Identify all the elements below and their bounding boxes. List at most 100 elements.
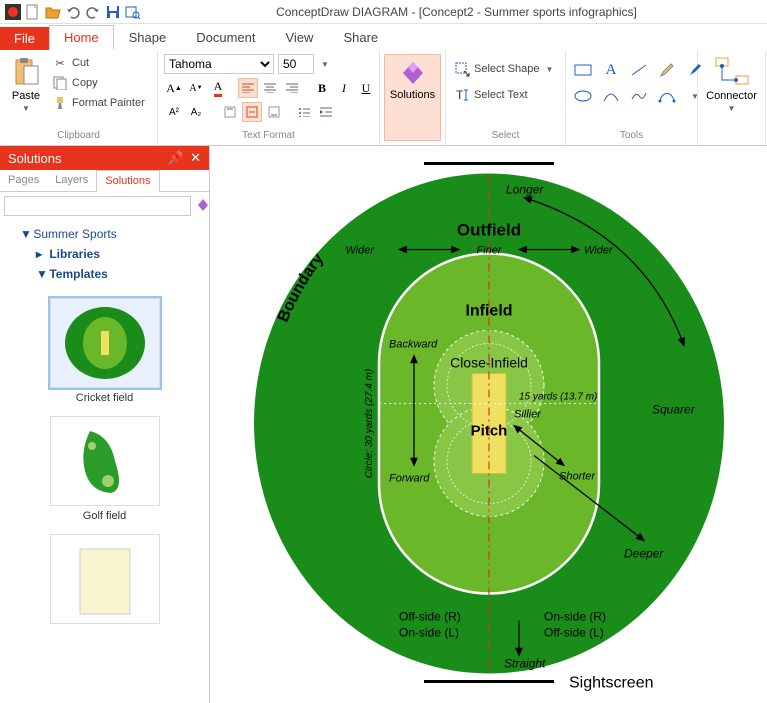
new-icon[interactable] <box>24 3 42 21</box>
connector-icon <box>714 56 750 88</box>
brush-icon <box>52 95 68 111</box>
select-text-label: Select Text <box>474 89 528 101</box>
cut-label: Cut <box>72 57 89 69</box>
font-color-button[interactable]: A <box>208 78 228 98</box>
bezier-tool[interactable] <box>656 86 678 106</box>
tab-home[interactable]: Home <box>49 25 114 50</box>
subscript-button[interactable]: A₂ <box>186 102 206 122</box>
pencil-tool[interactable] <box>656 60 678 80</box>
svg-text:Close-Infield: Close-Infield <box>450 354 528 370</box>
copy-button[interactable]: Copy <box>50 74 147 92</box>
solutions-button[interactable]: Solutions <box>384 54 441 141</box>
align-center-button[interactable] <box>260 78 280 98</box>
thumb-label: Cricket field <box>4 392 205 404</box>
svg-text:Wider: Wider <box>345 244 375 256</box>
font-family-select[interactable]: Tahoma <box>164 54 274 74</box>
bullet-list-button[interactable] <box>294 102 314 122</box>
grow-font-button[interactable]: A▲ <box>164 78 184 98</box>
template-thumb-golf[interactable]: Golf field <box>4 410 205 528</box>
underline-button[interactable]: U <box>356 78 376 98</box>
thumb-preview <box>50 534 160 624</box>
shrink-font-button[interactable]: A▼ <box>186 78 206 98</box>
solutions-settings-icon[interactable] <box>195 197 211 216</box>
copy-icon <box>52 75 68 91</box>
font-size-dropdown[interactable]: ▼ <box>318 54 332 74</box>
connector-button[interactable]: Connector ▼ <box>704 54 759 115</box>
tab-file[interactable]: File <box>0 27 49 50</box>
thumb-label: Golf field <box>4 510 205 522</box>
tab-share[interactable]: Share <box>328 25 393 50</box>
valign-middle-button[interactable] <box>242 102 262 122</box>
text-format-group-label: Text Format <box>164 130 373 141</box>
svg-text:Circle: 30 yards (27.4 m): Circle: 30 yards (27.4 m) <box>364 368 375 477</box>
font-size-input[interactable] <box>278 54 314 74</box>
bold-button[interactable]: B <box>312 78 332 98</box>
pin-icon[interactable]: 📌 <box>168 150 184 166</box>
spline-tool[interactable] <box>628 86 650 106</box>
text-tool[interactable]: A <box>600 60 622 80</box>
tree-summer-sports[interactable]: ▼ Summer Sports <box>8 224 201 244</box>
close-icon[interactable]: ✕ <box>190 150 201 166</box>
superscript-button[interactable]: A² <box>164 102 184 122</box>
svg-text:Sightscreen: Sightscreen <box>569 674 654 691</box>
thumb-preview <box>50 298 160 388</box>
tree-label: Templates <box>49 267 107 281</box>
rectangle-tool[interactable] <box>572 60 594 80</box>
svg-text:Infield: Infield <box>465 302 512 319</box>
svg-text:Off-side (R): Off-side (R) <box>399 609 461 623</box>
solutions-icon <box>399 59 427 87</box>
dropdown-icon: ▼ <box>728 104 736 113</box>
svg-text:Forward: Forward <box>389 472 430 484</box>
tab-shape[interactable]: Shape <box>114 25 182 50</box>
panel-tab-pages[interactable]: Pages <box>0 170 47 191</box>
template-thumb-3[interactable] <box>4 528 205 634</box>
drawing-canvas[interactable]: Boundary Outfield Infield Close-Infield … <box>210 146 767 703</box>
indent-button[interactable] <box>316 102 336 122</box>
ellipse-tool[interactable] <box>572 86 594 106</box>
italic-button[interactable]: I <box>334 78 354 98</box>
tree-templates[interactable]: ▼ Templates <box>8 264 201 284</box>
clipboard-group-label: Clipboard <box>6 130 151 141</box>
valign-top-button[interactable] <box>220 102 240 122</box>
format-painter-label: Format Painter <box>72 97 145 109</box>
select-shape-icon <box>454 61 470 77</box>
select-text-button[interactable]: TSelect Text <box>452 86 530 104</box>
svg-text:Wider: Wider <box>584 244 614 256</box>
paste-label: Paste <box>12 90 40 102</box>
svg-text:Finer: Finer <box>476 244 502 256</box>
tree-label: Libraries <box>49 247 100 261</box>
line-tool[interactable] <box>628 60 650 80</box>
arc-tool[interactable] <box>600 86 622 106</box>
svg-text:Outfield: Outfield <box>456 220 520 239</box>
window-title: ConceptDraw DIAGRAM - [Concept2 - Summer… <box>146 5 767 19</box>
preview-icon[interactable] <box>124 3 142 21</box>
panel-title: Solutions <box>8 151 61 166</box>
svg-text:Longer: Longer <box>506 182 544 196</box>
tree-label: Summer Sports <box>33 227 116 241</box>
select-shape-button[interactable]: Select Shape▼ <box>452 60 555 78</box>
redo-icon[interactable] <box>84 3 102 21</box>
save-icon[interactable] <box>104 3 122 21</box>
svg-text:Straight: Straight <box>504 656 546 670</box>
svg-text:Backward: Backward <box>389 338 438 350</box>
copy-label: Copy <box>72 77 98 89</box>
cut-button[interactable]: ✂Cut <box>50 54 147 72</box>
paste-button[interactable]: Paste ▼ <box>6 54 46 115</box>
solutions-label: Solutions <box>390 89 435 101</box>
align-right-button[interactable] <box>282 78 302 98</box>
tab-view[interactable]: View <box>270 25 328 50</box>
align-left-button[interactable] <box>238 78 258 98</box>
thumb-preview <box>50 416 160 506</box>
svg-text:Sillier: Sillier <box>514 408 542 420</box>
panel-tab-layers[interactable]: Layers <box>47 170 96 191</box>
format-painter-button[interactable]: Format Painter <box>50 94 147 112</box>
open-folder-icon[interactable] <box>44 3 62 21</box>
undo-icon[interactable] <box>64 3 82 21</box>
solutions-search-input[interactable] <box>4 196 191 216</box>
tree-libraries[interactable]: ▸ Libraries <box>8 244 201 264</box>
valign-bottom-button[interactable] <box>264 102 284 122</box>
tab-document[interactable]: Document <box>181 25 270 50</box>
panel-tab-solutions[interactable]: Solutions <box>96 170 159 192</box>
template-thumb-cricket[interactable]: Cricket field <box>4 292 205 410</box>
svg-text:Shorter: Shorter <box>559 470 596 482</box>
